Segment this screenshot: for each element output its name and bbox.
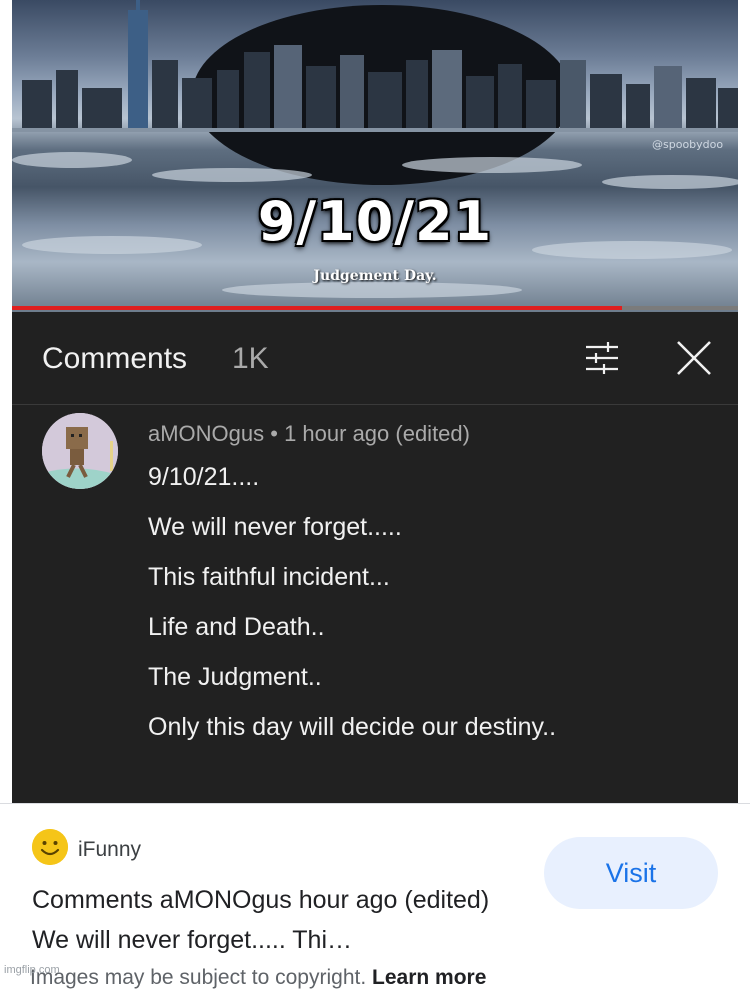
comment-meta: aMONOgus • 1 hour ago (edited) bbox=[148, 421, 470, 446]
comments-header: Comments 1K bbox=[12, 312, 738, 404]
box-figure-icon bbox=[42, 413, 118, 489]
comment-line: Only this day will decide our destiny.. bbox=[148, 713, 557, 741]
video-title: 9/10/21 bbox=[257, 190, 493, 253]
progress-fill bbox=[12, 306, 622, 310]
comment-line: We will never forget..... bbox=[148, 513, 402, 541]
avatar[interactable] bbox=[42, 413, 118, 489]
copyright-notice: Images may be subject to copyright. Lear… bbox=[30, 966, 486, 990]
sliders-icon[interactable] bbox=[582, 338, 622, 378]
progress-bar[interactable] bbox=[12, 306, 738, 310]
card-divider bbox=[0, 803, 750, 804]
learn-more-link[interactable]: Learn more bbox=[372, 966, 486, 989]
video-thumbnail[interactable]: @spoobydoo 9/10/21 Judgement Day. bbox=[12, 0, 738, 312]
visit-button[interactable]: Visit bbox=[544, 837, 718, 909]
video-credit: @spoobydoo bbox=[652, 138, 723, 151]
source-name[interactable]: iFunny bbox=[78, 838, 141, 862]
comments-title: Comments bbox=[42, 342, 188, 375]
comment-line: Life and Death.. bbox=[148, 613, 325, 641]
city-skyline-image: @spoobydoo bbox=[12, 0, 738, 298]
comment-line: This faithful incident... bbox=[148, 563, 390, 591]
smiley-icon bbox=[32, 829, 68, 865]
imgflip-watermark: imgflip.com bbox=[4, 964, 60, 976]
card-title[interactable]: Comments aMONOgus hour ago (edited) We w… bbox=[32, 880, 522, 960]
copyright-text: Images may be subject to copyright. bbox=[30, 966, 367, 989]
video-subtitle: Judgement Day. bbox=[313, 268, 437, 284]
embedded-screenshot: @spoobydoo 9/10/21 Judgement Day. Commen… bbox=[12, 0, 738, 803]
comments-count: 1K bbox=[232, 342, 269, 375]
comment-item: aMONOgus • 1 hour ago (edited) 9/10/21..… bbox=[12, 405, 738, 803]
close-icon[interactable] bbox=[672, 336, 716, 380]
comment-line: 9/10/21.... bbox=[148, 463, 260, 491]
comment-line: The Judgment.. bbox=[148, 663, 322, 691]
